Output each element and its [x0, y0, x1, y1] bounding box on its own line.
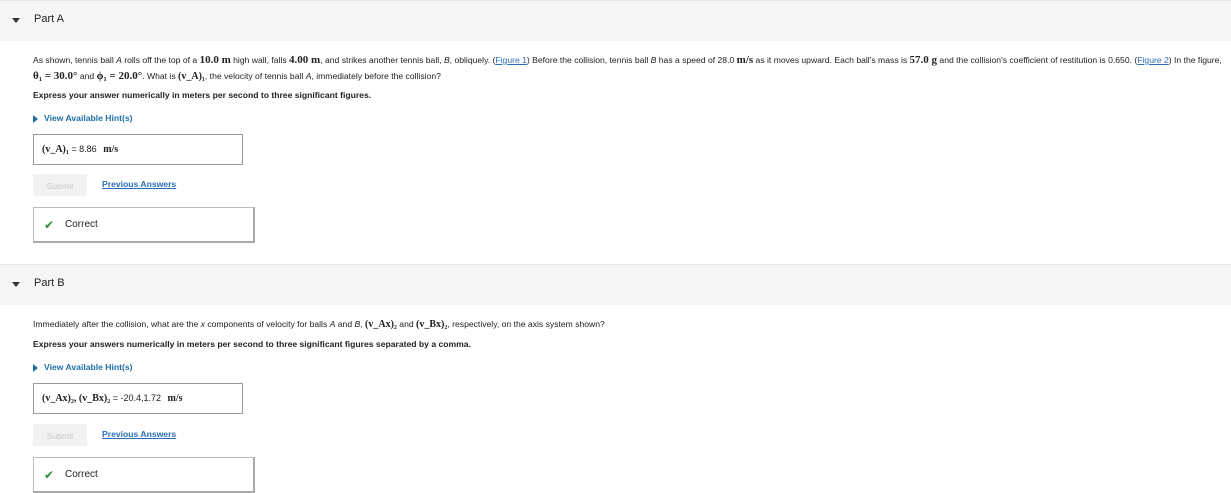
part-b-question: Immediately after the collision, what ar… — [33, 319, 605, 330]
part-b-result-box: ✔ Correct — [33, 457, 255, 493]
part-b-answer-field[interactable]: (v_Ax)₂, (v_Bx)₂ = -20.4,1.72 m/s — [33, 383, 243, 414]
checkmark-icon: ✔ — [44, 468, 55, 482]
answer-value: = -20.4,1.72 — [112, 393, 162, 403]
result-label: Correct — [65, 219, 98, 230]
hint-label: View Available Hint(s) — [44, 113, 133, 123]
part-a-hint-toggle[interactable]: View Available Hint(s) — [33, 113, 133, 123]
part-b-previous-answers-link[interactable]: Previous Answers — [102, 429, 176, 439]
answer-symbol: (v_A)₁ — [42, 144, 69, 155]
caret-down-icon[interactable] — [12, 18, 20, 23]
checkmark-icon: ✔ — [44, 218, 55, 232]
hint-label: View Available Hint(s) — [44, 362, 133, 372]
part-a-result-box: ✔ Correct — [33, 207, 255, 243]
answer-unit: m/s — [103, 144, 119, 155]
caret-right-icon — [33, 363, 38, 372]
answer-unit: m/s — [167, 393, 183, 404]
figure-1-link[interactable]: Figure 1 — [495, 55, 527, 65]
part-a-previous-answers-link[interactable]: Previous Answers — [102, 179, 176, 189]
part-b-header[interactable]: Part B — [0, 264, 1231, 305]
part-a-header[interactable]: Part A — [0, 0, 1231, 41]
caret-down-icon[interactable] — [12, 282, 20, 287]
part-a-question: As shown, tennis ball A rolls off the to… — [33, 54, 1222, 82]
part-b-submit-button[interactable]: Submit — [33, 424, 87, 446]
part-b-instructions: Express your answers numerically in mete… — [33, 339, 471, 349]
answer-symbol: (v_Ax)₂, (v_Bx)₂ — [42, 393, 111, 404]
part-a-answer-field[interactable]: (v_A)₁ = 8.86 m/s — [33, 134, 243, 165]
part-a-instructions: Express your answer numerically in meter… — [33, 90, 372, 100]
caret-right-icon — [33, 114, 38, 123]
part-b-hint-toggle[interactable]: View Available Hint(s) — [33, 362, 133, 372]
part-b-title: Part B — [34, 277, 65, 289]
figure-2-link[interactable]: Figure 2 — [1137, 55, 1169, 65]
answer-value: = 8.86 — [71, 144, 97, 154]
result-label: Correct — [65, 469, 98, 480]
part-a-submit-button[interactable]: Submit — [33, 174, 87, 196]
part-a-title: Part A — [34, 13, 64, 25]
